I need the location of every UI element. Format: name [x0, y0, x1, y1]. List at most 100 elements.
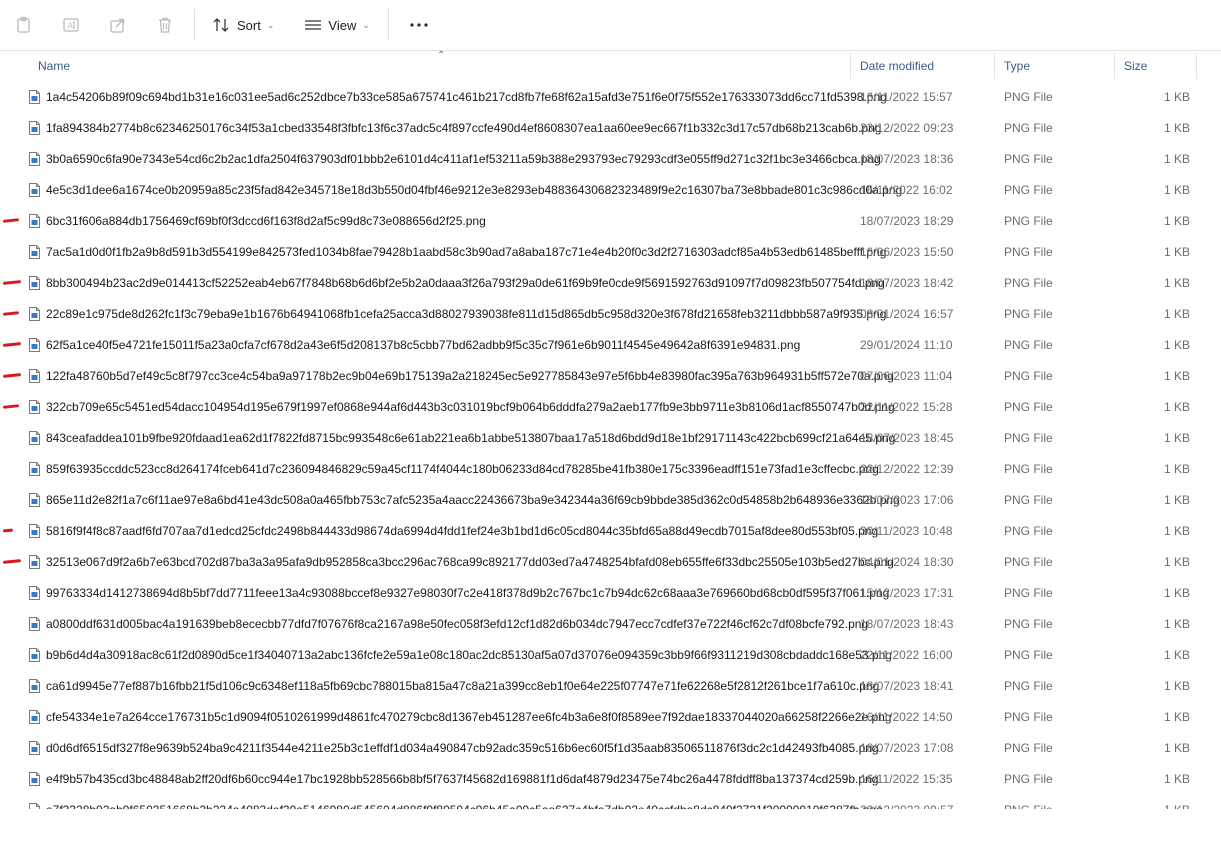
file-row[interactable]: 859f63935ccddc523cc8d264174fceb641d7c236…	[0, 454, 1221, 485]
file-name: cfe54334e1e7a264cce176731b5c1d9094f05102…	[46, 710, 892, 724]
file-type: PNG File	[1004, 90, 1053, 104]
png-file-icon	[29, 462, 40, 476]
file-row[interactable]: 6bc31f606a884db1756469cf69bf0f3dccd6f163…	[0, 206, 1221, 237]
column-header: Name Date modified Type Size	[28, 53, 1198, 79]
file-size: 1 KB	[1163, 524, 1190, 538]
file-size: 1 KB	[1163, 462, 1190, 476]
file-size: 1 KB	[1163, 214, 1190, 228]
file-name: 3b0a6590c6fa90e7343e54cd6c2b2ac1dfa2504f…	[46, 152, 881, 166]
file-row[interactable]: 3b0a6590c6fa90e7343e54cd6c2b2ac1dfa2504f…	[0, 144, 1221, 175]
annotation-mark	[2, 559, 22, 564]
file-row[interactable]: 843ceafaddea101b9fbe920fdaad1ea62d1f7822…	[0, 423, 1221, 454]
file-name: 62f5a1ce40f5e4721fe15011f5a23a0cfa7cf678…	[46, 338, 801, 352]
column-header-type[interactable]: Type	[994, 53, 1114, 79]
column-header-name[interactable]: Name	[28, 53, 850, 79]
file-row[interactable]: 62f5a1ce40f5e4721fe15011f5a23a0cfa7cf678…	[0, 330, 1221, 361]
png-file-icon	[29, 648, 40, 662]
png-file-icon	[29, 524, 40, 538]
png-file-icon	[29, 431, 40, 445]
file-row[interactable]: 5816f9f4f8c87aadf6fd707aa7d1edcd25cfdc24…	[0, 516, 1221, 547]
file-name: 1fa894384b2774b8c62346250176c34f53a1cbed…	[46, 121, 882, 135]
file-type: PNG File	[1004, 431, 1053, 445]
file-size: 1 KB	[1163, 493, 1190, 507]
file-name: 322cb709e65c5451ed54dacc104954d195e679f1…	[46, 400, 895, 414]
png-file-icon	[29, 90, 40, 104]
vertical-scrollbar[interactable]	[1203, 51, 1221, 860]
file-type: PNG File	[1004, 741, 1053, 755]
file-row[interactable]: 99763334d1412738694d8b5bf7dd7711feee13a4…	[0, 578, 1221, 609]
file-date-modified: 30/11/2023 10:48	[860, 524, 953, 538]
file-name: 1a4c54206b89f09c694bd1b31e16c031ee5ad6c2…	[46, 90, 887, 104]
file-date-modified: 18/07/2023 18:43	[860, 617, 954, 631]
file-type: PNG File	[1004, 214, 1053, 228]
annotation-mark	[2, 280, 22, 285]
file-row[interactable]: 122fa48760b5d7ef49c5c8f797cc3ce4c54ba9a9…	[0, 361, 1221, 392]
file-name: ca61d9945e77ef887b16fbb21f5d106c9c6348ef…	[46, 679, 880, 693]
file-date-modified: 22/12/2022 12:39	[860, 462, 954, 476]
png-file-icon	[29, 276, 40, 290]
file-date-modified: 29/01/2024 11:10	[860, 338, 953, 352]
file-name: 32513e067d9f2a6b7e63bcd702d87ba3a3a95afa…	[46, 555, 894, 569]
file-size: 1 KB	[1163, 679, 1190, 693]
annotation-mark	[2, 373, 22, 378]
file-size: 1 KB	[1163, 648, 1190, 662]
file-date-modified: 18/07/2023 17:08	[860, 741, 954, 755]
file-size: 1 KB	[1163, 555, 1190, 569]
file-name: 7ac5a1d0d0f1fb2a9b8d591b3d554199e842573f…	[46, 245, 887, 259]
file-size: 1 KB	[1163, 617, 1190, 631]
file-type: PNG File	[1004, 276, 1053, 290]
file-type: PNG File	[1004, 679, 1053, 693]
file-row[interactable]: a0800ddf631d005bac4a191639beb8ececbb77df…	[0, 609, 1221, 640]
png-file-icon	[29, 586, 40, 600]
file-name: 122fa48760b5d7ef49c5c8f797cc3ce4c54ba9a9…	[46, 369, 894, 383]
file-type: PNG File	[1004, 369, 1053, 383]
png-file-icon	[29, 741, 40, 755]
annotation-mark	[2, 342, 22, 347]
png-file-icon	[29, 369, 40, 383]
file-row[interactable]: 7ac5a1d0d0f1fb2a9b8d591b3d554199e842573f…	[0, 237, 1221, 268]
png-file-icon	[29, 183, 40, 197]
file-name: 99763334d1412738694d8b5bf7dd7711feee13a4…	[46, 586, 890, 600]
file-size: 1 KB	[1163, 586, 1190, 600]
file-row[interactable]: e7f3328b02ab9f650251668b2b234a4083def39a…	[0, 795, 1221, 809]
file-row[interactable]: 865e11d2e82f1a7c6f11ae97e8a6bd41e43dc508…	[0, 485, 1221, 516]
file-name: e4f9b57b435cd3bc48848ab2ff20df6b60cc944e…	[46, 772, 879, 786]
file-row[interactable]: cfe54334e1e7a264cce176731b5c1d9094f05102…	[0, 702, 1221, 733]
column-header-date[interactable]: Date modified	[850, 53, 994, 79]
file-size: 1 KB	[1163, 369, 1190, 383]
png-file-icon	[29, 772, 40, 786]
file-rows: 1a4c54206b89f09c694bd1b31e16c031ee5ad6c2…	[0, 82, 1221, 809]
file-date-modified: 22/11/2022 15:28	[860, 400, 953, 414]
file-date-modified: 08/01/2024 16:57	[860, 307, 954, 321]
file-row[interactable]: b9b6d4d4a30918ac8c61f2d0890d5ce1f3404071…	[0, 640, 1221, 671]
file-row[interactable]: 322cb709e65c5451ed54dacc104954d195e679f1…	[0, 392, 1221, 423]
file-type: PNG File	[1004, 121, 1053, 135]
file-date-modified: 16/11/2022 14:50	[860, 710, 953, 724]
column-header-size[interactable]: Size	[1114, 53, 1198, 79]
png-file-icon	[29, 214, 40, 228]
file-date-modified: 18/07/2023 18:29	[860, 214, 954, 228]
file-row[interactable]: 32513e067d9f2a6b7e63bcd702d87ba3a3a95afa…	[0, 547, 1221, 578]
annotation-mark	[2, 311, 20, 316]
file-row[interactable]: e4f9b57b435cd3bc48848ab2ff20df6b60cc944e…	[0, 764, 1221, 795]
file-date-modified: 22/11/2022 16:00	[860, 648, 953, 662]
file-size: 1 KB	[1163, 431, 1190, 445]
file-date-modified: 16/11/2022 15:35	[860, 772, 953, 786]
file-row[interactable]: 4e5c3d1dee6a1674ce0b20959a85c23f5fad842e…	[0, 175, 1221, 206]
file-row[interactable]: 8bb300494b23ac2d9e014413cf52252eab4eb67f…	[0, 268, 1221, 299]
file-row[interactable]: d0d6df6515df327f8e9639b524ba9c4211f3544e…	[0, 733, 1221, 764]
file-row[interactable]: 1a4c54206b89f09c694bd1b31e16c031ee5ad6c2…	[0, 82, 1221, 113]
file-date-modified: 16/06/2023 15:50	[860, 245, 954, 259]
file-type: PNG File	[1004, 183, 1053, 197]
column-divider[interactable]	[1196, 53, 1197, 79]
column-header-date-label: Date modified	[860, 59, 935, 73]
file-type: PNG File	[1004, 462, 1053, 476]
file-size: 1 KB	[1163, 183, 1190, 197]
file-row[interactable]: ca61d9945e77ef887b16fbb21f5d106c9c6348ef…	[0, 671, 1221, 702]
png-file-icon	[29, 617, 40, 631]
file-date-modified: 23/12/2022 09:23	[860, 121, 954, 135]
png-file-icon	[29, 152, 40, 166]
file-row[interactable]: 1fa894384b2774b8c62346250176c34f53a1cbed…	[0, 113, 1221, 144]
file-row[interactable]: 22c89e1c975de8d262fc1f3c79eba9e1b1676b64…	[0, 299, 1221, 330]
file-size: 1 KB	[1163, 772, 1190, 786]
